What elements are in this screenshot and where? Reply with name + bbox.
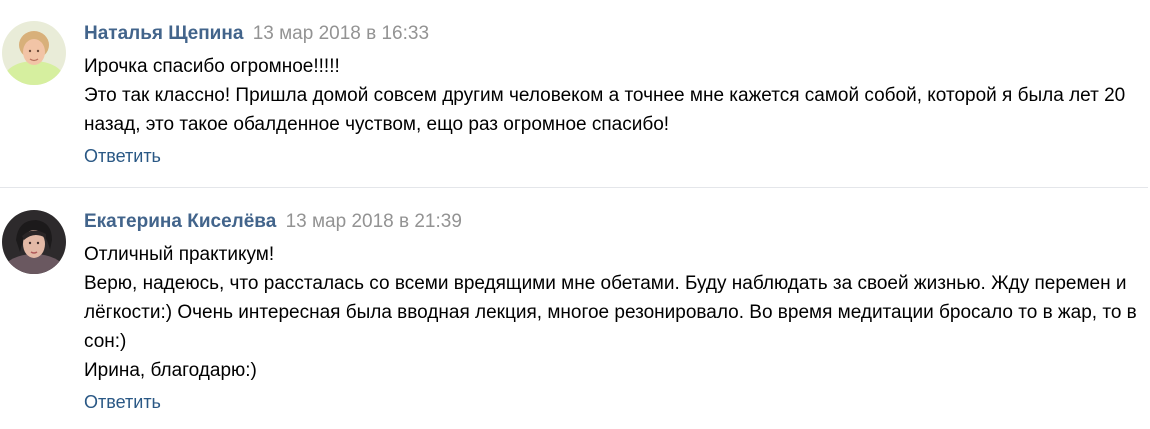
author-name[interactable]: Екатерина Киселёва <box>84 211 276 232</box>
comment-line: Ирочка спасибо огромное!!!!! <box>84 56 340 77</box>
comment-header: Наталья Щепина 13 мар 2018 в 16:33 <box>84 22 429 46</box>
reply-button[interactable]: Ответить <box>84 390 161 414</box>
comment-text: Отличный практикум! Верю, надеюсь, что р… <box>84 240 1144 385</box>
avatar[interactable] <box>2 21 66 85</box>
comment-date[interactable]: 13 мар 2018 в 21:39 <box>286 211 462 232</box>
comment-header: Екатерина Киселёва 13 мар 2018 в 21:39 <box>84 210 462 234</box>
comment-line: Это так классно! Пришла домой совсем дру… <box>84 85 1126 135</box>
author-name[interactable]: Наталья Щепина <box>84 23 243 44</box>
comment-item: Наталья Щепина 13 мар 2018 в 16:33 Ирочк… <box>0 0 1150 188</box>
comment-line: Отличный практикум! <box>84 244 275 265</box>
reply-button[interactable]: Ответить <box>84 144 161 168</box>
comment-line: Верю, надеюсь, что рассталась со всеми в… <box>84 273 1137 352</box>
avatar-photo <box>2 210 66 274</box>
avatar-photo <box>2 21 66 85</box>
comment-text: Ирочка спасибо огромное!!!!! Это так кла… <box>84 52 1144 139</box>
comment-line: Ирина, благодарю:) <box>84 360 257 381</box>
comment-date[interactable]: 13 мар 2018 в 16:33 <box>253 23 429 44</box>
avatar[interactable] <box>2 210 66 274</box>
comment-item: Екатерина Киселёва 13 мар 2018 в 21:39 О… <box>0 188 1150 429</box>
